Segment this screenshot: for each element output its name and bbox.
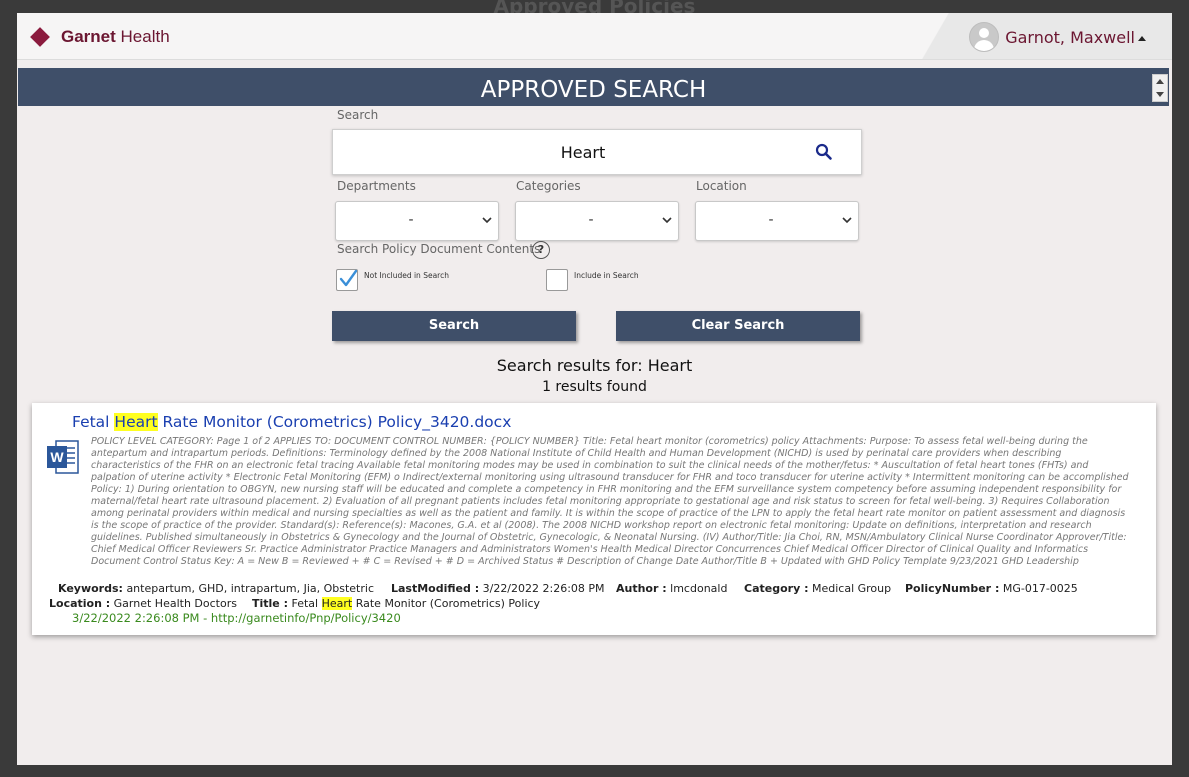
categories-value: - [588, 212, 594, 228]
location-label: Location [696, 179, 747, 193]
page-banner: APPROVED SEARCH [18, 68, 1169, 106]
background-page-title: Approved Policies [493, 0, 696, 18]
logo-text: Garnet Health [61, 27, 170, 46]
title-meta: Title : Fetal Heart Rate Monitor (Corome… [252, 597, 541, 610]
chevron-down-icon [482, 217, 492, 224]
user-avatar-icon [969, 22, 1000, 52]
result-card: Fetal Heart Rate Monitor (Corometrics) P… [32, 403, 1156, 635]
approved-search-modal: Garnet Health Garnot, Maxwell APPROVED S… [17, 13, 1172, 765]
result-title-link[interactable]: Fetal Heart Rate Monitor (Corometrics) P… [72, 413, 511, 431]
search-icon[interactable] [815, 143, 833, 161]
user-name: Garnot, Maxwell [1005, 27, 1135, 47]
search-input[interactable] [343, 130, 823, 174]
author-meta: Author : lmcdonald [616, 582, 728, 595]
banner-scroll-control[interactable] [1152, 74, 1168, 102]
title-meta-highlight: Heart [321, 597, 353, 610]
result-url[interactable]: 3/22/2022 2:26:08 PM - http://garnetinfo… [72, 611, 401, 625]
search-button[interactable]: Search [332, 311, 576, 341]
result-excerpt: POLICY LEVEL CATEGORY: Page 1 of 2 APPLI… [91, 436, 1129, 567]
logo-diamond-icon [30, 27, 50, 47]
results-count: 1 results found [542, 379, 647, 395]
keywords-meta: Keywords: antepartum, GHD, intrapartum, … [58, 582, 374, 595]
caret-up-icon [1138, 35, 1146, 41]
include-label: Include in Search [574, 271, 639, 280]
results-heading: Search results for: Heart [496, 356, 693, 375]
result-title-highlight: Heart [114, 413, 158, 431]
scroll-up-icon[interactable] [1156, 79, 1164, 84]
search-field[interactable] [332, 129, 862, 175]
not-included-label: Not Included in Search [364, 271, 449, 280]
word-document-icon: W [47, 440, 79, 474]
search-label: Search [337, 108, 379, 122]
departments-value: - [408, 212, 414, 228]
departments-label: Departments [337, 179, 416, 193]
location-value: - [768, 212, 774, 228]
include-checkbox[interactable] [546, 269, 568, 291]
categories-select[interactable]: - [515, 201, 679, 241]
top-bar: Garnet Health Garnot, Maxwell [17, 13, 1172, 60]
location-meta: Location : Garnet Health Doctors [49, 597, 237, 610]
checkmark-icon [339, 269, 358, 287]
help-icon[interactable]: ? [532, 241, 550, 259]
location-select[interactable]: - [695, 201, 859, 241]
svg-text:W: W [50, 449, 64, 465]
categories-label: Categories [516, 179, 581, 193]
user-menu[interactable]: Garnot, Maxwell [969, 22, 1146, 52]
not-included-checkbox[interactable] [336, 269, 358, 291]
search-contents-label: Search Policy Document Contents [337, 242, 541, 256]
chevron-down-icon [662, 217, 672, 224]
scroll-down-icon[interactable] [1156, 92, 1164, 97]
clear-search-button[interactable]: Clear Search [616, 311, 860, 341]
chevron-down-icon [842, 217, 852, 224]
garnet-health-logo[interactable]: Garnet Health [29, 25, 170, 49]
policy-number-meta: PolicyNumber : MG-017-0025 [905, 582, 1078, 595]
departments-select[interactable]: - [335, 201, 499, 241]
category-meta: Category : Medical Group [744, 582, 892, 595]
last-modified-meta: LastModified : 3/22/2022 2:26:08 PM [391, 582, 605, 595]
